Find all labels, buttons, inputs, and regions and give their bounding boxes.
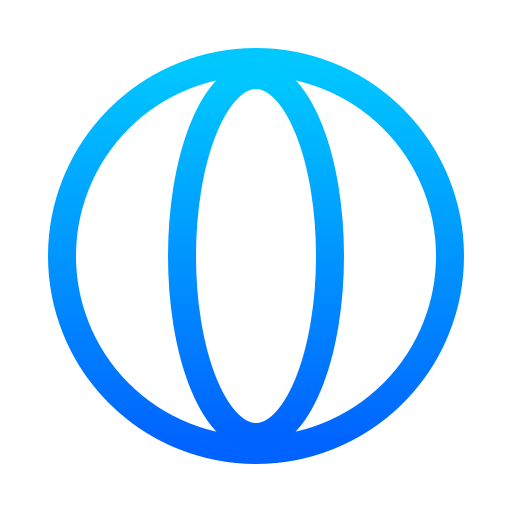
icon-canvas <box>0 0 512 512</box>
globe-icon <box>48 48 464 464</box>
